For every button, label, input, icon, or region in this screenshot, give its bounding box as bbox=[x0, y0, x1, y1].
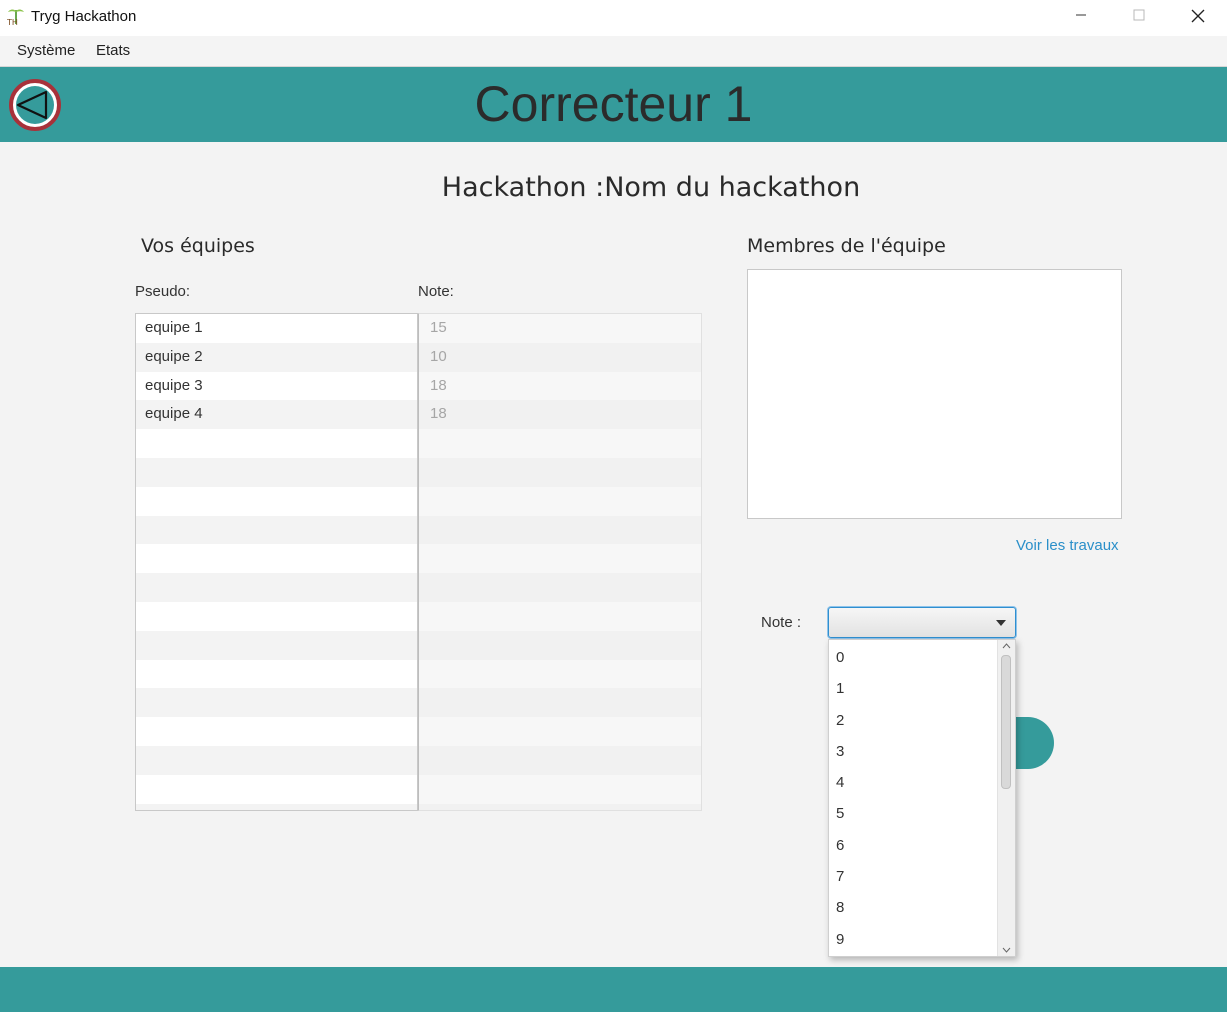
note-select-label: Note : bbox=[761, 614, 802, 631]
minimize-button[interactable] bbox=[1053, 0, 1111, 32]
note-option[interactable]: 5 bbox=[829, 798, 1015, 829]
maximize-icon bbox=[1133, 9, 1145, 21]
page-header: Correcteur 1 bbox=[0, 67, 1227, 142]
team-row-note: 15 bbox=[419, 314, 701, 343]
team-row-pseudo[interactable] bbox=[136, 774, 417, 804]
note-option[interactable]: 3 bbox=[829, 736, 1015, 767]
window-titlebar: TH Tryg Hackathon bbox=[0, 0, 1227, 36]
window-title: Tryg Hackathon bbox=[31, 8, 137, 25]
note-option[interactable]: 2 bbox=[829, 705, 1015, 736]
close-icon bbox=[1191, 9, 1205, 23]
team-row-note bbox=[419, 745, 701, 775]
note-option[interactable]: 1 bbox=[829, 673, 1015, 704]
team-row-pseudo[interactable]: equipe 4 bbox=[136, 400, 417, 430]
team-row-note bbox=[419, 717, 701, 746]
menu-bar: Système Etats bbox=[0, 36, 1227, 67]
dropdown-scrollbar[interactable] bbox=[997, 640, 1015, 956]
scroll-thumb[interactable] bbox=[1001, 655, 1011, 789]
team-row-note bbox=[419, 515, 701, 545]
team-members-list[interactable] bbox=[747, 269, 1122, 519]
team-row-pseudo[interactable] bbox=[136, 717, 417, 746]
team-row-pseudo[interactable] bbox=[136, 630, 417, 660]
note-option[interactable]: 8 bbox=[829, 892, 1015, 923]
team-row-pseudo[interactable]: equipe 2 bbox=[136, 342, 417, 372]
app-icon: TH bbox=[6, 8, 25, 27]
view-work-link[interactable]: Voir les travaux bbox=[1016, 537, 1119, 554]
minimize-icon bbox=[1076, 14, 1086, 16]
note-select[interactable] bbox=[828, 607, 1016, 638]
chevron-down-icon bbox=[996, 620, 1006, 626]
team-row-note bbox=[419, 457, 701, 487]
team-row-pseudo[interactable] bbox=[136, 457, 417, 487]
team-row-note bbox=[419, 429, 701, 458]
team-row-note bbox=[419, 803, 701, 810]
teams-note-list: 15 10 18 18 bbox=[418, 313, 702, 811]
svg-text:TH: TH bbox=[7, 18, 18, 26]
team-row-pseudo[interactable] bbox=[136, 601, 417, 631]
pseudo-column-label: Pseudo: bbox=[135, 283, 191, 300]
page-title: Correcteur 1 bbox=[474, 76, 753, 132]
note-option[interactable]: 9 bbox=[829, 924, 1015, 955]
team-row-note: 10 bbox=[419, 342, 701, 372]
team-row-pseudo[interactable] bbox=[136, 429, 417, 458]
team-row-note bbox=[419, 573, 701, 602]
scroll-down-icon[interactable] bbox=[1002, 947, 1011, 953]
team-row-note bbox=[419, 659, 701, 689]
team-row-pseudo[interactable] bbox=[136, 659, 417, 689]
team-row-note bbox=[419, 688, 701, 718]
team-row-pseudo[interactable] bbox=[136, 486, 417, 516]
team-row-pseudo[interactable] bbox=[136, 745, 417, 775]
note-column-label: Note: bbox=[418, 283, 454, 300]
team-row-pseudo[interactable] bbox=[136, 515, 417, 545]
note-option[interactable]: 6 bbox=[829, 830, 1015, 861]
menu-systeme[interactable]: Système bbox=[17, 42, 75, 59]
team-row-pseudo[interactable] bbox=[136, 688, 417, 718]
note-option[interactable]: 4 bbox=[829, 767, 1015, 798]
members-section-title: Membres de l'équipe bbox=[747, 235, 946, 257]
note-options-list: 0123456789 bbox=[829, 642, 1015, 955]
team-row-note bbox=[419, 544, 701, 574]
team-row-pseudo[interactable] bbox=[136, 544, 417, 574]
menu-etats[interactable]: Etats bbox=[96, 42, 130, 59]
team-row-note: 18 bbox=[419, 400, 701, 430]
team-row-pseudo[interactable]: equipe 1 bbox=[136, 314, 417, 343]
maximize-button[interactable] bbox=[1111, 0, 1169, 32]
note-dropdown: 0123456789 bbox=[828, 639, 1016, 957]
page-footer bbox=[0, 967, 1227, 1012]
note-option[interactable]: 7 bbox=[829, 861, 1015, 892]
team-row-pseudo[interactable] bbox=[136, 803, 417, 810]
note-option[interactable]: 0 bbox=[829, 642, 1015, 673]
teams-pseudo-list[interactable]: equipe 1 equipe 2 equipe 3 equipe 4 bbox=[135, 313, 418, 811]
team-row-note bbox=[419, 630, 701, 660]
team-row-pseudo[interactable] bbox=[136, 573, 417, 602]
close-button[interactable] bbox=[1169, 0, 1227, 32]
team-row-pseudo[interactable]: equipe 3 bbox=[136, 371, 417, 401]
teams-section-title: Vos équipes bbox=[141, 235, 255, 257]
team-row-note bbox=[419, 601, 701, 631]
scroll-up-icon[interactable] bbox=[1002, 643, 1011, 649]
team-row-note: 18 bbox=[419, 371, 701, 401]
hackathon-title: Hackathon :Nom du hackathon bbox=[441, 172, 861, 203]
team-row-note bbox=[419, 774, 701, 804]
team-row-note bbox=[419, 486, 701, 516]
